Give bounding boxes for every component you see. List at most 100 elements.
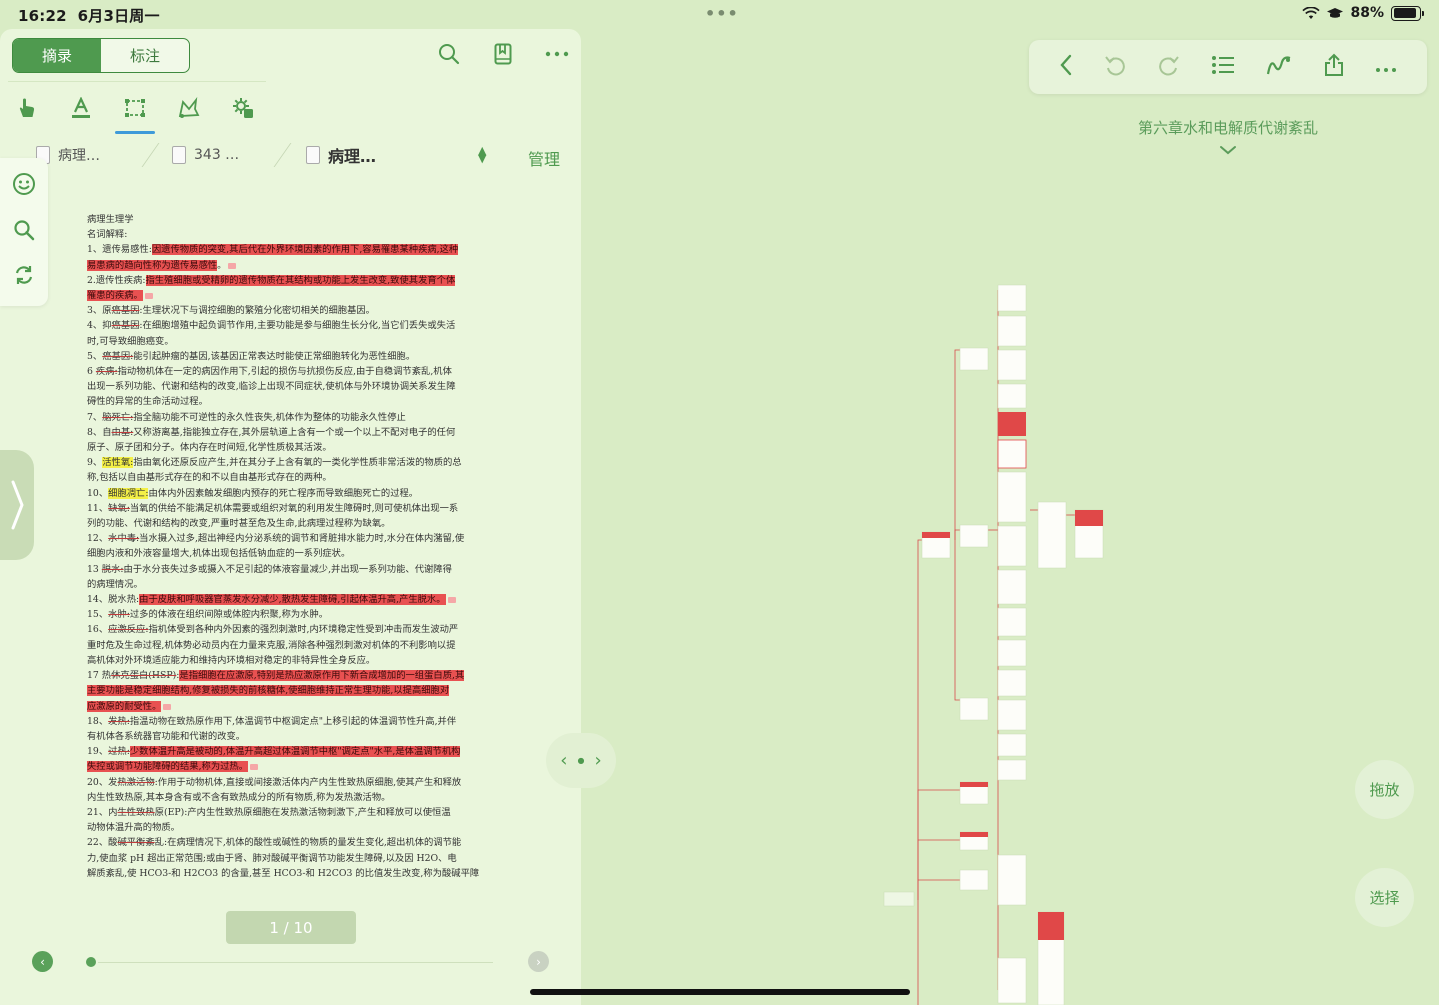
text-span: 指温动物在致热原作用下,体温调节中枢调定点"上移引起的体温调节性升高,并伴 xyxy=(129,715,457,727)
text-span: 由体内外因素触发细胞内预存的死亡程序而导致细胞死亡的过程。 xyxy=(148,487,419,499)
sync-icon[interactable] xyxy=(13,264,35,290)
highlight-excerpt[interactable]: 应激原的耐受性。 xyxy=(87,700,162,712)
note-marker-icon[interactable] xyxy=(447,597,456,604)
search-icon[interactable] xyxy=(437,41,461,67)
text-span: 3、原 xyxy=(87,305,112,317)
note-marker-icon[interactable] xyxy=(228,262,237,269)
emoji-icon[interactable] xyxy=(12,172,36,200)
document-line: 出现一系列功能、代谢和结构的改变,临诊上出现不同症状,使机体与外环境协调关系发生… xyxy=(87,379,495,394)
page-slider-track[interactable] xyxy=(90,962,493,963)
text-span[interactable]: 生性致热 xyxy=(117,807,154,818)
document-line: 名词解释: xyxy=(87,227,495,242)
document-line: 时,可导致细胞癌变。 xyxy=(87,334,495,349)
style-wave-icon[interactable] xyxy=(1266,54,1292,80)
highlight-excerpt[interactable]: 由于皮肤和呼吸器官蒸发水分减少,散热发生障碍,引起体温升高,产生脱水。 xyxy=(139,594,446,606)
manage-button[interactable]: 管理 xyxy=(528,146,560,170)
highlight-excerpt[interactable]: 是指细胞在应激原,特别是热应激原作用下新合成增加的一组蛋白质,其 xyxy=(179,670,465,682)
text-span[interactable]: 应激反应: xyxy=(108,624,148,635)
settings-tool-icon[interactable] xyxy=(230,95,256,121)
text-span: 指动物机体在一定的病因作用下,引起的损伤与抗损伤反应,由于自稳调节紊乱,机体 xyxy=(117,366,452,378)
text-span[interactable]: 疾病: xyxy=(96,366,118,377)
document-line: 3、原癌基因:生理状况下与调控细胞的繁殖分化密切相关的细胞基因。 xyxy=(87,303,495,318)
search-icon[interactable] xyxy=(13,219,35,245)
text-span[interactable]: 脑死亡: xyxy=(102,412,133,423)
text-span: 13 xyxy=(87,563,102,575)
location-hat-icon xyxy=(1327,8,1344,18)
text-span: 18、 xyxy=(87,715,109,727)
yellow-highlight[interactable]: 活性氧: xyxy=(102,457,134,469)
next-page-button[interactable]: › xyxy=(528,951,549,972)
text-span[interactable]: 脱水: xyxy=(102,564,124,575)
select-button[interactable]: 选择 xyxy=(1355,868,1414,927)
rect-select-icon[interactable] xyxy=(115,95,155,134)
text-span: 过多的体液在组织间隙或体腔内积聚,称为水肿。 xyxy=(129,609,329,621)
text-span[interactable]: 碱平衡紊 xyxy=(117,837,154,848)
more-icon[interactable] xyxy=(1375,58,1397,77)
highlight-excerpt[interactable]: 失控或调节功能障碍的结果,称为过热。 xyxy=(87,761,249,773)
text-span[interactable]: 癌基因: xyxy=(102,351,133,362)
yellow-highlight[interactable]: 细胞凋亡: xyxy=(108,487,149,499)
text-span[interactable]: 癌基因 xyxy=(112,320,140,331)
text-span: 9、 xyxy=(87,457,103,469)
text-highlight-icon[interactable] xyxy=(68,95,94,121)
text-span[interactable]: 癌基因 xyxy=(112,305,140,316)
highlight-excerpt[interactable]: 因遗传物质的突变,其后代在外界环境因素的作用下,容易罹患某种疾病,这种 xyxy=(151,244,459,256)
bookmark-book-icon[interactable] xyxy=(491,41,515,67)
undo-icon[interactable] xyxy=(1104,54,1126,80)
drag-drop-button[interactable]: 拖放 xyxy=(1355,760,1414,819)
text-span[interactable]: 过热: xyxy=(108,746,130,757)
segment-excerpt[interactable]: 摘录 xyxy=(13,39,101,72)
note-marker-icon[interactable] xyxy=(163,703,172,710)
note-marker-icon[interactable] xyxy=(250,764,259,771)
mindmap-canvas[interactable] xyxy=(880,280,1120,1005)
text-span[interactable]: 休克蛋白(HSP) xyxy=(111,670,176,681)
document-line: 16、应激反应:指机体受到各种内外因素的强烈刺激时,内环境稳定性受到冲击而发生波… xyxy=(87,622,495,637)
text-span[interactable]: 缺氧: xyxy=(108,503,130,514)
text-span: 出现一系列功能、代谢和结构的改变,临诊上出现不同症状,使机体与外环境协调关系发生… xyxy=(87,381,456,393)
segment-annotate[interactable]: 标注 xyxy=(101,39,189,72)
document-line: 应激原的耐受性。 xyxy=(87,699,495,714)
highlight-excerpt[interactable]: 主要功能是稳定细胞结构,修复被损失的前核糖体,使细胞维持正常生理功能,以提高细胞… xyxy=(87,685,450,697)
drawer-handle[interactable] xyxy=(0,450,34,560)
tab-document-3[interactable]: 病理… xyxy=(306,139,376,171)
tab-document-2[interactable]: 343 … xyxy=(172,139,239,171)
outline-list-icon[interactable] xyxy=(1211,55,1235,79)
highlight-excerpt[interactable]: 指生殖细胞或受精卵的遗传物质在其结构或功能上发生改变,致使其发育个体 xyxy=(145,274,456,286)
highlight-excerpt[interactable]: 罹患的疾病。 xyxy=(87,290,143,302)
document-line: 易患病的趋向性称为遗传易感性。 xyxy=(87,258,495,273)
prev-page-button[interactable]: ‹ xyxy=(32,951,53,972)
chevron-down-icon[interactable] xyxy=(1219,140,1237,159)
text-span: 。 xyxy=(217,259,227,271)
text-span[interactable]: 由基: xyxy=(112,427,134,438)
text-span: 8、自 xyxy=(87,426,112,438)
share-icon[interactable] xyxy=(1324,53,1344,81)
status-time: 16:22 6月3日周一 xyxy=(18,7,160,25)
multitask-dots[interactable]: ••• xyxy=(705,4,739,23)
mindmap-title[interactable]: 第六章水和电解质代谢紊乱 xyxy=(1090,117,1366,138)
more-icon[interactable] xyxy=(545,41,569,67)
document-line: 5、癌基因:能引起肿瘤的基因,该基因正常表达时能使正常细胞转化为恶性细胞。 xyxy=(87,349,495,364)
hand-pointer-icon[interactable] xyxy=(14,95,40,121)
note-marker-icon[interactable] xyxy=(144,293,153,300)
redo-icon[interactable] xyxy=(1158,54,1180,80)
document-line: 6 疾病:指动物机体在一定的病因作用下,引起的损伤与抗损伤反应,由于自稳调节紊乱… xyxy=(87,364,495,379)
text-span: 20、发 xyxy=(87,776,118,788)
page-slider-knob[interactable] xyxy=(84,955,98,969)
highlight-excerpt[interactable]: 易患病的趋向性称为遗传易感性 xyxy=(87,259,218,271)
text-span: 原子、原子团和分子。体内存在时间短,化学性质极其活泼。 xyxy=(87,442,332,454)
text-span[interactable]: 热激活物 xyxy=(117,777,154,788)
text-span[interactable]: 水中毒: xyxy=(108,533,139,544)
highlight-excerpt[interactable]: 少数体温升高是被动的,体温升高超过体温调节中枢"调定点"水平,是体温调节机构 xyxy=(129,746,461,758)
document-line: 18、发热:指温动物在致热原作用下,体温调节中枢调定点"上移引起的体温调节性升高… xyxy=(87,714,495,729)
page-indicator: 1 / 10 xyxy=(226,911,356,944)
back-icon[interactable] xyxy=(1059,54,1073,80)
document-page[interactable]: 病理生理学 名词解释: 1、遗传易感性:因遗传物质的突变,其后代在外界环境因素的作用… xyxy=(87,212,495,881)
split-view-handle[interactable]: ‹ ● › xyxy=(546,733,616,788)
text-span[interactable]: 水肿: xyxy=(108,609,130,620)
text-span[interactable]: 发热: xyxy=(108,716,130,727)
sort-icon[interactable]: ▲ ▼ xyxy=(478,145,486,164)
lasso-icon[interactable] xyxy=(176,95,202,121)
text-span: 病理生理学 xyxy=(87,214,134,225)
document-line: 罹患的疾病。 xyxy=(87,288,495,303)
text-span: 解质紊乱,使 HCO3-和 H2CO3 的含量,甚至 HCO3-和 H2CO3 … xyxy=(87,867,480,879)
